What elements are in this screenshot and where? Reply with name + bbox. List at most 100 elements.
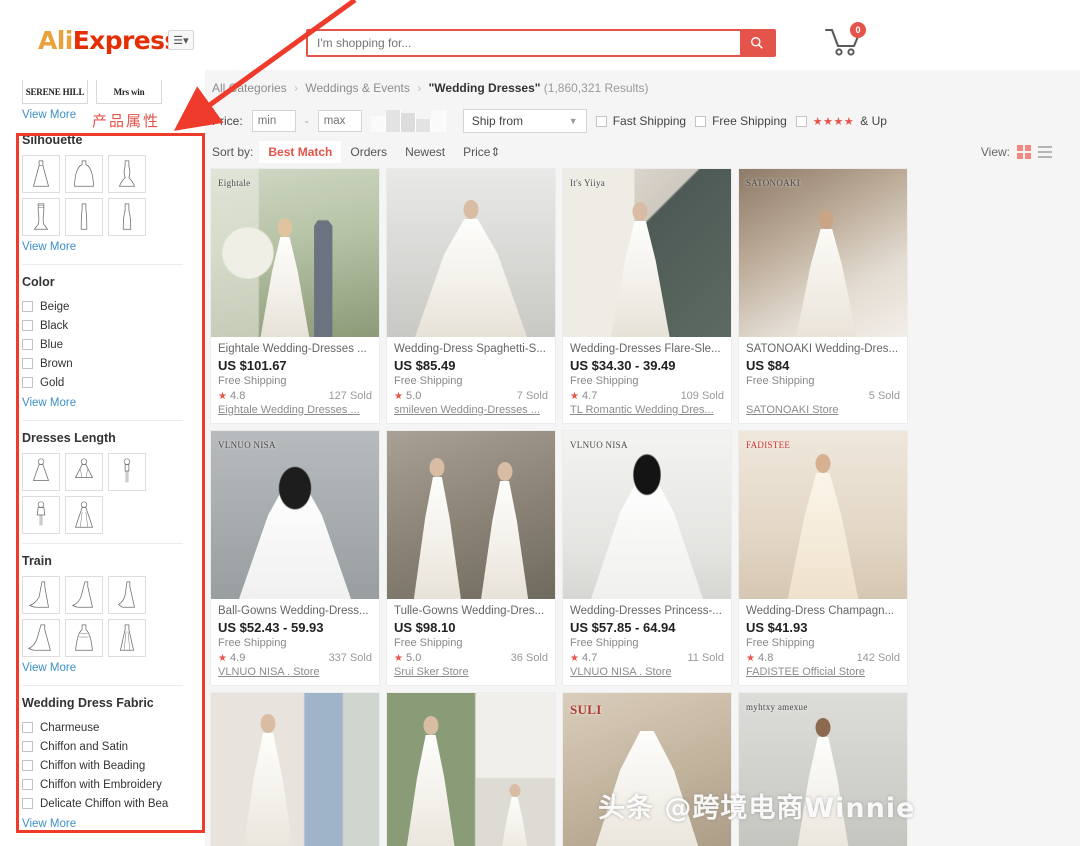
product-title[interactable]: SATONOAKI Wedding-Dres... xyxy=(746,343,900,355)
product-image[interactable] xyxy=(211,693,379,846)
length-thumb-floor[interactable] xyxy=(65,496,103,534)
rating-filter[interactable]: ★★★★ & Up xyxy=(795,114,887,128)
product-store-link[interactable]: VLNUO NISA . Store xyxy=(570,666,724,678)
price-min-input[interactable] xyxy=(251,110,296,132)
color-option-gold[interactable]: Gold xyxy=(22,373,183,392)
train-thumb-detachable[interactable] xyxy=(65,619,103,657)
product-card[interactable]: It's Yiiya Wedding-Dresses Flare-Sle... … xyxy=(562,168,732,424)
length-thumb-short[interactable] xyxy=(108,453,146,491)
product-store-link[interactable]: Srui Sker Store xyxy=(394,666,548,678)
product-card[interactable]: SULI xyxy=(562,692,732,846)
silhouette-thumb-column[interactable] xyxy=(108,198,146,236)
sort-option-orders[interactable]: Orders xyxy=(341,141,396,163)
color-option-beige[interactable]: Beige xyxy=(22,297,183,316)
product-store-link[interactable]: smileven Wedding-Dresses ... xyxy=(394,404,548,416)
color-option-brown[interactable]: Brown xyxy=(22,354,183,373)
fast-shipping-filter[interactable]: Fast Shipping xyxy=(595,114,686,128)
product-title[interactable]: Wedding-Dresses Princess-... xyxy=(570,605,724,617)
color-view-more-link[interactable]: View More xyxy=(22,397,76,409)
hamburger-menu-icon[interactable]: ☰▾ xyxy=(168,30,194,50)
grid-view-icon[interactable] xyxy=(1017,145,1031,159)
product-image[interactable]: VLNUO NISA xyxy=(563,431,731,599)
product-title[interactable]: Ball-Gowns Wedding-Dress... xyxy=(218,605,372,617)
checkbox[interactable] xyxy=(22,358,33,369)
checkbox[interactable] xyxy=(695,115,707,127)
silhouette-thumb-trumpet[interactable] xyxy=(22,198,60,236)
silhouette-thumb-ball-gown[interactable] xyxy=(65,155,103,193)
product-title[interactable]: Wedding-Dress Champagn... xyxy=(746,605,900,617)
product-card[interactable]: Wedding-Dress Open-Back ... US $79.19 Fr… xyxy=(210,692,380,846)
product-card[interactable]: VLNUO NISA Ball-Gowns Wedding-Dress... U… xyxy=(210,430,380,686)
ship-from-select[interactable]: Ship from ▼ xyxy=(462,109,587,133)
checkbox[interactable] xyxy=(22,339,33,350)
train-view-more-link[interactable]: View More xyxy=(22,662,76,674)
length-thumb-knee[interactable] xyxy=(65,453,103,491)
product-store-link[interactable]: TL Romantic Wedding Dres... xyxy=(570,404,724,416)
product-image[interactable]: SULI xyxy=(563,693,731,846)
length-thumb-tea[interactable] xyxy=(22,453,60,491)
checkbox[interactable] xyxy=(22,320,33,331)
brand-chip-mrs-win[interactable]: Mrs win xyxy=(96,80,162,104)
color-option-black[interactable]: Black xyxy=(22,316,183,335)
breadcrumb-root[interactable]: All Categories xyxy=(212,81,287,95)
checkbox[interactable] xyxy=(22,301,33,312)
price-max-input[interactable] xyxy=(317,110,362,132)
train-thumb-cathedral[interactable] xyxy=(22,619,60,657)
checkbox[interactable] xyxy=(22,741,33,752)
product-card[interactable]: VLNUO NISA Wedding-Dresses Princess-... … xyxy=(562,430,732,686)
product-image[interactable] xyxy=(387,693,555,846)
sort-option-best-match[interactable]: Best Match xyxy=(259,141,342,163)
product-store-link[interactable]: VLNUO NISA . Store xyxy=(218,666,372,678)
sort-option-newest[interactable]: Newest xyxy=(396,141,454,163)
silhouette-thumb-sheath[interactable] xyxy=(65,198,103,236)
checkbox[interactable] xyxy=(22,798,33,809)
fabric-option-chiffon-and-satin[interactable]: Chiffon and Satin xyxy=(22,737,183,756)
product-card[interactable]: Wedding-Dress Spaghetti-S... US $85.49 F… xyxy=(386,168,556,424)
product-image[interactable]: It's Yiiya xyxy=(563,169,731,337)
checkbox[interactable] xyxy=(22,377,33,388)
fabric-option-charmeuse[interactable]: Charmeuse xyxy=(22,718,183,737)
product-card[interactable]: Wedding-Dresses Bridal-Go... US $69.30 F… xyxy=(386,692,556,846)
product-image[interactable]: VLNUO NISA xyxy=(211,431,379,599)
checkbox[interactable] xyxy=(595,115,607,127)
train-thumb-none[interactable] xyxy=(108,619,146,657)
color-option-blue[interactable]: Blue xyxy=(22,335,183,354)
fabric-option-chiffon-with-embroidery[interactable]: Chiffon with Embroidery xyxy=(22,775,183,794)
list-view-icon[interactable] xyxy=(1038,146,1052,158)
product-image[interactable] xyxy=(387,169,555,337)
product-store-link[interactable]: FADISTEE Official Store xyxy=(746,666,900,678)
search-input[interactable] xyxy=(308,31,740,55)
aliexpress-logo[interactable]: AliExpress™ xyxy=(38,26,188,55)
checkbox[interactable] xyxy=(795,115,807,127)
brand-view-more-link[interactable]: View More xyxy=(22,109,76,121)
product-image[interactable]: Eightale xyxy=(211,169,379,337)
sort-option-price[interactable]: Price⇕ xyxy=(454,141,509,163)
checkbox[interactable] xyxy=(22,760,33,771)
breadcrumb-category[interactable]: Weddings & Events xyxy=(305,81,410,95)
train-thumb-sweep[interactable] xyxy=(22,576,60,614)
product-card[interactable]: Eightale Eightale Wedding-Dresses ... US… xyxy=(210,168,380,424)
search-bar[interactable] xyxy=(306,29,776,57)
product-title[interactable]: Tulle-Gowns Wedding-Dres... xyxy=(394,605,548,617)
train-thumb-court[interactable] xyxy=(65,576,103,614)
product-image[interactable]: myhtxy amexue xyxy=(739,693,907,846)
product-card[interactable]: myhtxy amexue xyxy=(738,692,908,846)
price-histogram[interactable] xyxy=(370,110,446,132)
train-thumb-chapel[interactable] xyxy=(108,576,146,614)
product-card[interactable]: Tulle-Gowns Wedding-Dres... US $98.10 Fr… xyxy=(386,430,556,686)
free-shipping-filter[interactable]: Free Shipping xyxy=(695,114,787,128)
product-image[interactable]: SATONOAKI xyxy=(739,169,907,337)
fabric-option-delicate-chiffon-with-beading[interactable]: Delicate Chiffon with Bea xyxy=(22,794,183,813)
product-card[interactable]: FADISTEE Wedding-Dress Champagn... US $4… xyxy=(738,430,908,686)
product-title[interactable]: Eightale Wedding-Dresses ... xyxy=(218,343,372,355)
fabric-option-chiffon-with-beading[interactable]: Chiffon with Beading xyxy=(22,756,183,775)
product-card[interactable]: SATONOAKI SATONOAKI Wedding-Dres... US $… xyxy=(738,168,908,424)
product-image[interactable] xyxy=(387,431,555,599)
product-store-link[interactable]: SATONOAKI Store xyxy=(746,404,900,416)
search-button[interactable] xyxy=(740,31,774,55)
product-title[interactable]: Wedding-Dresses Flare-Sle... xyxy=(570,343,724,355)
cart-button[interactable]: 0 xyxy=(820,22,868,60)
product-title[interactable]: Wedding-Dress Spaghetti-S... xyxy=(394,343,548,355)
silhouette-thumb-a-line[interactable] xyxy=(22,155,60,193)
checkbox[interactable] xyxy=(22,779,33,790)
